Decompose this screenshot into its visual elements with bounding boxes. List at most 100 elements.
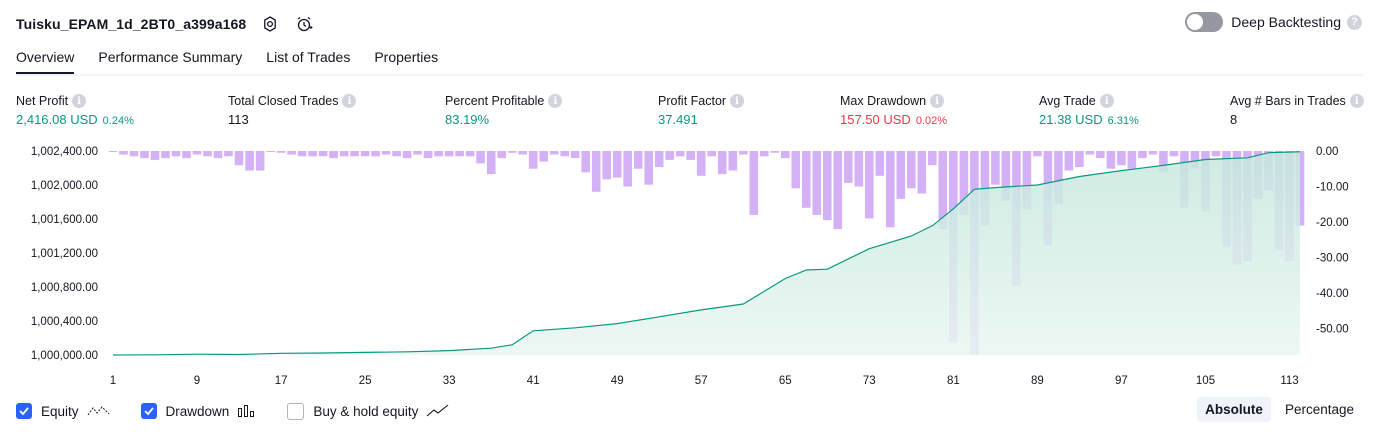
drawdown-bar xyxy=(119,151,128,155)
drawdown-bar xyxy=(108,151,118,152)
tab-properties[interactable]: Properties xyxy=(374,44,438,72)
alarm-clock-icon[interactable] xyxy=(294,14,314,34)
x-tick-label: 49 xyxy=(611,375,624,387)
drawdown-bar xyxy=(823,151,832,221)
x-tick-label: 57 xyxy=(695,375,708,387)
x-tick-label: 113 xyxy=(1280,375,1298,387)
x-tick-label: 73 xyxy=(863,375,876,387)
drawdown-bar xyxy=(760,151,769,157)
drawdown-bar xyxy=(749,151,759,215)
buy-hold-checkbox[interactable]: Buy & hold equity xyxy=(287,402,450,420)
drawdown-bar xyxy=(875,151,885,176)
drawdown-bar xyxy=(413,151,422,155)
tab-overview[interactable]: Overview xyxy=(16,44,75,74)
y-tick-label: 1,001,600.00 xyxy=(31,214,98,226)
report-tabs: Overview Performance Summary List of Tra… xyxy=(16,44,1363,76)
metric-percent: 6.31% xyxy=(1107,115,1139,127)
tab-performance-summary[interactable]: Performance Summary xyxy=(98,44,242,72)
drawdown-bar xyxy=(528,151,538,169)
tab-list-of-trades[interactable]: List of Trades xyxy=(266,44,350,72)
info-icon[interactable]: i xyxy=(1349,94,1364,108)
drawdown-bar xyxy=(896,151,906,199)
drawdown-bar xyxy=(455,151,464,157)
metric-label: Max Drawdown xyxy=(840,94,927,108)
drawdown-bar xyxy=(570,151,580,159)
info-icon[interactable]: i xyxy=(548,94,563,108)
deep-backtesting-toggle[interactable] xyxy=(1185,12,1224,32)
absolute-button[interactable]: Absolute xyxy=(1197,397,1271,422)
drawdown-bar xyxy=(1127,151,1137,169)
report-header: Tuisku_EPAM_1d_2BT0_a399a168 xyxy=(16,10,314,38)
checkbox-unchecked-icon[interactable] xyxy=(287,402,305,420)
x-tick-label: 65 xyxy=(779,375,792,387)
equity-checkbox[interactable]: Equity xyxy=(16,403,111,419)
metric-value: 21.38 USD xyxy=(1039,112,1103,127)
drawdown-bar xyxy=(865,151,874,219)
drawdown-bar xyxy=(1138,151,1147,159)
info-icon[interactable]: i xyxy=(1099,94,1114,108)
drawdown-bar xyxy=(739,151,748,155)
y-tick-label: 1,002,400.00 xyxy=(31,146,98,158)
drawdown-bar xyxy=(623,151,632,187)
y-right-tick-label: 0.00 xyxy=(1316,146,1338,158)
drawdown-bar xyxy=(1033,151,1042,157)
equity-drawdown-chart: 1,000,000.00 1,000,400.00 1,000,800.00 1,00… xyxy=(31,146,1349,387)
metric-value: 157.50 USD xyxy=(840,112,911,127)
settings-icon[interactable] xyxy=(260,14,280,34)
help-icon[interactable]: ? xyxy=(1347,14,1362,30)
info-icon[interactable]: i xyxy=(342,94,357,108)
equity-label: Equity xyxy=(41,403,79,419)
metric-label: Total Closed Trades xyxy=(228,94,339,108)
drawdown-bar xyxy=(539,151,548,162)
info-icon[interactable]: i xyxy=(730,94,745,108)
drawdown-bar xyxy=(371,151,380,157)
drawdown-checkbox[interactable]: Drawdown xyxy=(140,403,258,419)
drawdown-bar xyxy=(549,151,559,155)
metric-value: 8 xyxy=(1230,112,1238,127)
drawdown-bar xyxy=(1117,151,1126,166)
y-tick-label: 1,001,200.00 xyxy=(31,248,98,260)
drawdown-bar xyxy=(581,151,590,173)
drawdown-bar xyxy=(497,151,506,159)
info-icon[interactable]: i xyxy=(930,94,945,108)
drawdown-bar xyxy=(213,151,223,159)
drawdown-bar xyxy=(402,151,412,159)
drawdown-bar xyxy=(381,151,391,155)
drawdown-bar xyxy=(886,151,895,228)
y-right-tick-label: -50.00 xyxy=(1316,323,1349,335)
metric-value: 2,416.08 USD xyxy=(16,112,98,127)
equity-area xyxy=(113,151,1300,355)
drawdown-bar xyxy=(434,151,443,157)
drawdown-bar xyxy=(1085,151,1095,155)
metric-percent: 0.02% xyxy=(915,115,948,127)
drawdown-bar xyxy=(234,151,244,166)
drawdown-bar xyxy=(781,151,790,159)
drawdown-bar xyxy=(717,151,727,175)
trend-line-icon xyxy=(426,404,450,418)
x-tick-label: 81 xyxy=(947,375,960,387)
drawdown-bar xyxy=(518,151,527,155)
info-icon[interactable]: i xyxy=(72,94,87,108)
drawdown-bar xyxy=(917,151,927,194)
x-axis: 1 9 17 25 33 41 49 57 65 73 81 89 97 105 113 xyxy=(110,375,1299,387)
drawdown-bar xyxy=(696,151,706,176)
y-tick-label: 1,000,000.00 xyxy=(31,350,98,362)
drawdown-bar xyxy=(802,151,811,208)
y-right-tick-label: -30.00 xyxy=(1316,252,1349,264)
checkbox-checked-icon[interactable] xyxy=(16,403,32,419)
drawdown-bar xyxy=(297,151,307,157)
buy-hold-label: Buy & hold equity xyxy=(313,403,419,419)
checkbox-checked-icon[interactable] xyxy=(140,403,157,419)
metric-profit-factor: Profit Factor i 37.491 xyxy=(658,93,745,127)
percentage-button[interactable]: Percentage xyxy=(1277,397,1362,422)
drawdown-bar xyxy=(276,151,286,153)
metric-label: Profit Factor xyxy=(658,94,727,108)
drawdown-bar xyxy=(1169,151,1179,157)
drawdown-bar xyxy=(707,151,716,157)
metric-label: Percent Profitable xyxy=(445,94,545,108)
y-axis-right: 0.00 -10.00 -20.00 -30.00 -40.00 -50.00 xyxy=(1316,146,1349,335)
drawdown-bar xyxy=(644,151,653,185)
metric-avg-bars: Avg # Bars in Trades i 8 xyxy=(1230,93,1364,127)
y-right-tick-label: -10.00 xyxy=(1316,182,1349,194)
drawdown-bar xyxy=(1064,151,1074,171)
